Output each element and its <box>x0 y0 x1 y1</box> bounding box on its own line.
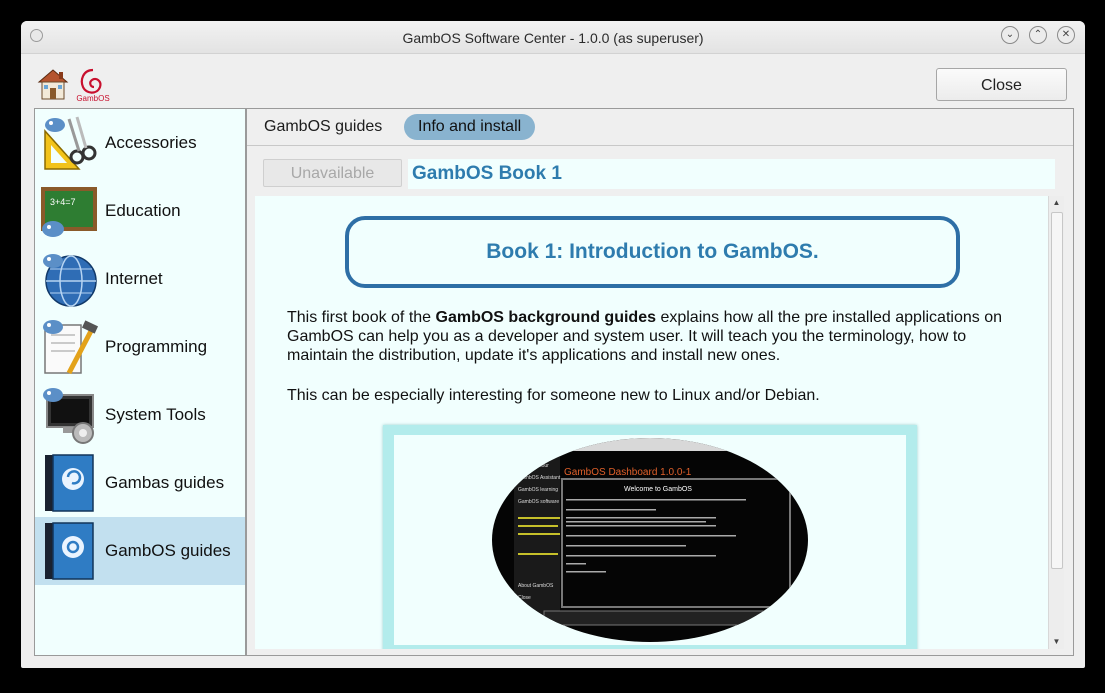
svg-text:3+4=7: 3+4=7 <box>50 197 76 207</box>
scroll-down-icon[interactable]: ▼ <box>1049 635 1064 649</box>
dashboard-menu-item: GambOS learning <box>518 487 558 493</box>
sidebar-item-accessories[interactable]: Accessories <box>35 109 245 177</box>
close-window-icon[interactable]: ✕ <box>1057 26 1075 44</box>
internet-icon <box>43 254 97 307</box>
paragraph-text: This first book of the <box>287 309 436 326</box>
dashboard-menu-item: GambOS software <box>518 499 559 505</box>
tab-gambos-guides[interactable]: GambOS guides <box>250 114 396 140</box>
description-paragraph: This first book of the GambOS background… <box>287 308 1027 365</box>
system-tools-icon <box>43 388 94 444</box>
sidebar-item-label: Accessories <box>105 133 197 152</box>
tab-bar: GambOS guides Info and install <box>247 109 1073 146</box>
tab-info-and-install[interactable]: Info and install <box>404 114 536 140</box>
sidebar-item-label: Internet <box>105 269 163 288</box>
sidebar-item-gambos-guides[interactable]: GambOS guides <box>35 517 245 585</box>
app-window: GambOS Software Center - 1.0.0 (as super… <box>21 21 1085 668</box>
description-view: Book 1: Introduction to GambOS. This fir… <box>255 196 1048 649</box>
programming-icon <box>43 320 99 375</box>
dashboard-menu-item: GambOS tour <box>518 463 549 469</box>
title-bar[interactable]: GambOS Software Center - 1.0.0 (as super… <box>21 21 1085 54</box>
description-paragraph-2: This can be especially interesting for s… <box>287 387 820 404</box>
dashboard-menu-item: Close <box>518 595 531 601</box>
window-title: GambOS Software Center - 1.0.0 (as super… <box>402 30 704 46</box>
sidebar-item-education[interactable]: 3+4=7 Education <box>35 177 245 245</box>
sidebar-item-internet[interactable]: Internet <box>35 245 245 313</box>
dashboard-screenshot-image: GambOS tour GambOS Assistant GambOS lear… <box>492 438 808 642</box>
close-button[interactable]: Close <box>936 68 1067 101</box>
accessories-icon <box>44 116 97 170</box>
sidebar-item-label: System Tools <box>105 405 206 424</box>
sidebar-item-label: Programming <box>105 337 208 356</box>
book-icon <box>45 454 94 512</box>
vertical-scrollbar[interactable]: ▲ ▼ <box>1048 196 1064 649</box>
book-title: GambOS Book 1 <box>408 159 1055 189</box>
dashboard-menu-item: About GambOS <box>518 583 554 589</box>
sidebar-item-label: Gambas guides <box>105 473 225 492</box>
info-panel: Unavailable GambOS Book 1 Book 1: Introd… <box>255 146 1065 651</box>
book-icon <box>45 522 94 580</box>
logo-text: GambOS <box>76 94 109 103</box>
minimize-icon[interactable]: ⌄ <box>1001 26 1019 44</box>
paragraph-bold-text: GambOS background guides <box>435 309 656 326</box>
maximize-icon[interactable]: ⌃ <box>1029 26 1047 44</box>
sidebar-item-label: GambOS guides <box>105 541 231 560</box>
dashboard-menu-item: GambOS Assistant <box>518 475 561 481</box>
home-icon[interactable] <box>37 67 69 101</box>
app-screenshot: GambOS tour GambOS Assistant GambOS lear… <box>383 425 917 649</box>
education-icon: 3+4=7 <box>41 187 97 237</box>
main-panel: GambOS guides Info and install Unavailab… <box>246 108 1074 656</box>
dashboard-welcome: Welcome to GambOS <box>624 486 692 493</box>
scroll-thumb[interactable] <box>1051 212 1063 569</box>
category-sidebar: Accessories 3+4=7 Education Internet Pro… <box>34 108 246 656</box>
install-button[interactable]: Unavailable <box>263 159 402 187</box>
sidebar-item-gambas-guides[interactable]: Gambas guides <box>35 449 245 517</box>
sidebar-item-system-tools[interactable]: System Tools <box>35 381 245 449</box>
gambos-logo-icon[interactable]: GambOS <box>75 66 111 104</box>
book-heading: Book 1: Introduction to GambOS. <box>345 216 960 288</box>
scroll-up-icon[interactable]: ▲ <box>1049 196 1064 210</box>
sidebar-item-label: Education <box>105 201 181 220</box>
sidebar-item-programming[interactable]: Programming <box>35 313 245 381</box>
dashboard-title: GambOS Dashboard 1.0.0-1 <box>564 467 692 478</box>
